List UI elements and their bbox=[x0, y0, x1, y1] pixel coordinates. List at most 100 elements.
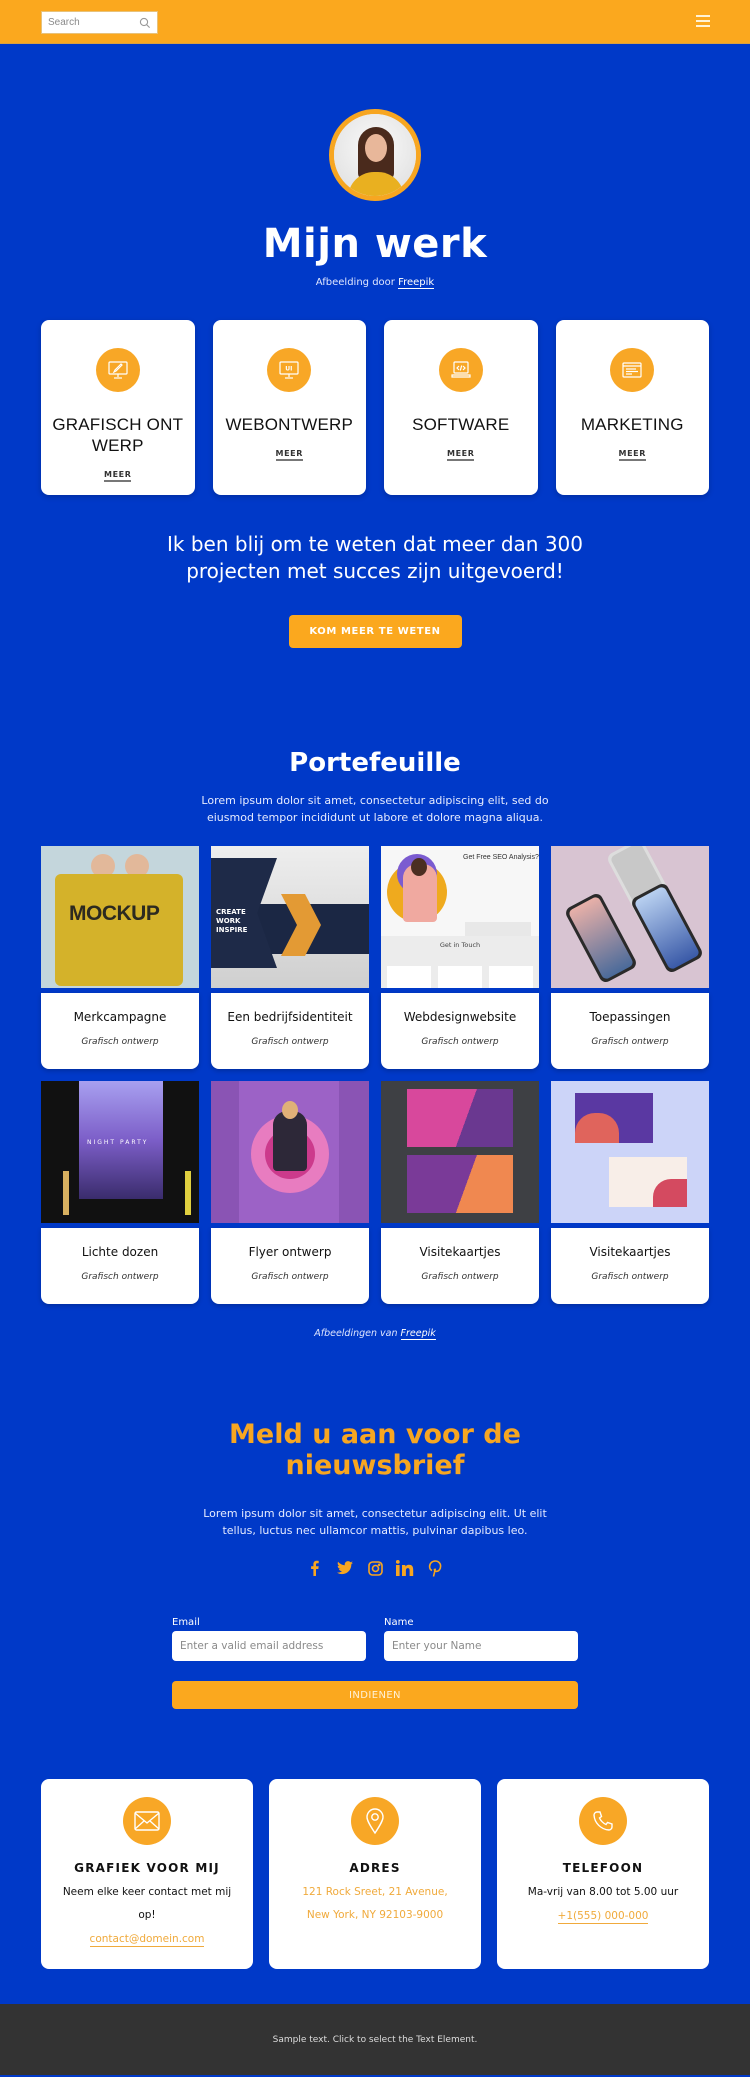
item-title: Visitekaartjes bbox=[589, 1245, 671, 1259]
item-title: Visitekaartjes bbox=[419, 1245, 501, 1259]
service-more-link[interactable]: MEER bbox=[275, 449, 303, 461]
service-card-marketing: MARKETING MEER bbox=[555, 320, 709, 495]
item-category: Grafisch ontwerp bbox=[421, 1037, 499, 1047]
portfolio-item[interactable]: MOCKUP Merkcampagne Grafisch ontwerp bbox=[41, 846, 199, 1069]
service-card-graphic-design: GRAFISCH ONTWERP MEER bbox=[41, 320, 195, 495]
hamburger-icon[interactable] bbox=[696, 15, 710, 27]
portfolio-item[interactable]: Flyer ontwerp Grafisch ontwerp bbox=[211, 1081, 369, 1304]
images-credit: Afbeeldingen van Freepik bbox=[0, 1328, 750, 1340]
portfolio-image-business-cards bbox=[381, 1081, 539, 1223]
svg-text:UI: UI bbox=[286, 366, 293, 373]
freepik-link[interactable]: Freepik bbox=[400, 1328, 436, 1340]
item-title: Webdesignwebsite bbox=[403, 1010, 517, 1024]
portfolio-image-flyer bbox=[211, 1081, 369, 1223]
service-card-software: SOFTWARE MEER bbox=[384, 320, 538, 495]
contact-card-address: ADRES 121 Rock Sreet, 21 Avenue, New York… bbox=[269, 1779, 481, 1969]
portfolio-title: Portefeuille bbox=[289, 748, 461, 778]
hero-section: Mijn werk Afbeelding door Freepik bbox=[0, 44, 750, 289]
search-box[interactable] bbox=[41, 11, 158, 34]
create-text: CREATE WORK INSPIRE bbox=[216, 908, 248, 934]
phone-link[interactable]: +1(555) 000-000 bbox=[557, 1909, 649, 1924]
address-line-2: New York, NY 92103-9000 bbox=[306, 1909, 444, 1921]
email-link[interactable]: contact@domein.com bbox=[89, 1932, 205, 1947]
portfolio-item[interactable]: Get Free SEO Analysis? Get in Touch Webd… bbox=[381, 846, 539, 1069]
portfolio-item[interactable]: NIGHT PARTY Lichte dozen Grafisch ontwerp bbox=[41, 1081, 199, 1304]
name-label: Name bbox=[384, 1617, 414, 1628]
social-links bbox=[0, 1559, 750, 1577]
ui-monitor-icon: UI bbox=[267, 348, 312, 392]
item-category: Grafisch ontwerp bbox=[251, 1037, 329, 1047]
portfolio-image-seo-page: Get Free SEO Analysis? Get in Touch bbox=[381, 846, 539, 988]
portfolio-lead: Lorem ipsum dolor sit amet, consectetur … bbox=[201, 794, 549, 824]
graphic-design-monitor-icon bbox=[95, 348, 140, 392]
instagram-icon[interactable] bbox=[366, 1559, 384, 1577]
learn-more-button[interactable]: KOM MEER TE WETEN bbox=[288, 615, 462, 648]
site-footer: Sample text. Click to select the Text El… bbox=[0, 2004, 750, 2075]
item-category: Grafisch ontwerp bbox=[251, 1272, 329, 1282]
portfolio-item[interactable]: Toepassingen Grafisch ontwerp bbox=[551, 846, 709, 1069]
avatar bbox=[329, 109, 421, 201]
service-card-webdesign: UI WEBONTWERP MEER bbox=[212, 320, 366, 495]
linkedin-icon[interactable] bbox=[396, 1559, 414, 1577]
item-category: Grafisch ontwerp bbox=[81, 1037, 159, 1047]
seo-text: Get Free SEO Analysis? bbox=[463, 854, 539, 861]
item-category: Grafisch ontwerp bbox=[591, 1037, 669, 1047]
email-label: Email bbox=[172, 1617, 200, 1628]
credit-prefix: Afbeeldingen van bbox=[314, 1328, 401, 1339]
services-row: GRAFISCH ONTWERP MEER UI WEBONTWERP MEER… bbox=[0, 320, 750, 495]
service-more-link[interactable]: MEER bbox=[104, 470, 132, 482]
newsletter-lead: Lorem ipsum dolor sit amet, consectetur … bbox=[203, 1507, 547, 1537]
pinterest-icon[interactable] bbox=[426, 1559, 444, 1577]
item-title: Flyer ontwerp bbox=[248, 1245, 332, 1259]
search-icon[interactable] bbox=[139, 17, 151, 29]
item-title: Merkcampagne bbox=[73, 1010, 167, 1024]
contact-card-email: GRAFIEK VOOR MIJ Neem elke keer contact … bbox=[41, 1779, 253, 1969]
portfolio-image-phones bbox=[551, 846, 709, 988]
item-category: Grafisch ontwerp bbox=[81, 1272, 159, 1282]
image-credit: Afbeelding door Freepik bbox=[0, 277, 750, 289]
item-title: Lichte dozen bbox=[81, 1245, 159, 1259]
service-more-link[interactable]: MEER bbox=[618, 449, 646, 461]
service-title: SOFTWARE bbox=[412, 415, 510, 434]
facebook-icon[interactable] bbox=[306, 1559, 324, 1577]
contact-card-phone: TELEFOON Ma-vrij van 8.00 tot 5.00 uur +… bbox=[497, 1779, 709, 1969]
portfolio-item[interactable]: Visitekaartjes Grafisch ontwerp bbox=[551, 1081, 709, 1304]
contact-title: TELEFOON bbox=[562, 1861, 644, 1875]
address-line-1: 121 Rock Sreet, 21 Avenue, bbox=[302, 1886, 448, 1898]
footer-text[interactable]: Sample text. Click to select the Text El… bbox=[273, 2035, 478, 2045]
portfolio-item[interactable]: Visitekaartjes Grafisch ontwerp bbox=[381, 1081, 539, 1304]
item-category: Grafisch ontwerp bbox=[421, 1272, 499, 1282]
service-title: WEBONTWERP bbox=[225, 415, 354, 434]
name-field[interactable] bbox=[384, 1631, 578, 1661]
credit-prefix: Afbeelding door bbox=[315, 277, 399, 288]
page-title: Mijn werk bbox=[262, 221, 488, 267]
newsletter-section: Meld u aan voor de nieuwsbrief Lorem ips… bbox=[0, 1419, 750, 1709]
contact-cards: GRAFIEK VOOR MIJ Neem elke keer contact … bbox=[0, 1779, 750, 1969]
service-title: GRAFISCH ONTWERP bbox=[52, 415, 184, 455]
envelope-icon bbox=[123, 1797, 171, 1845]
search-input[interactable] bbox=[48, 17, 139, 28]
portfolio-image-mockup-bag: MOCKUP bbox=[41, 846, 199, 988]
code-laptop-icon bbox=[438, 348, 483, 392]
contact-text: Ma-vrij van 8.00 tot 5.00 uur bbox=[527, 1886, 679, 1898]
contact-title: ADRES bbox=[349, 1861, 401, 1875]
twitter-icon[interactable] bbox=[336, 1559, 354, 1577]
freepik-link[interactable]: Freepik bbox=[398, 277, 435, 289]
get-in-touch-text: Get in Touch bbox=[439, 941, 481, 949]
email-field[interactable] bbox=[172, 1631, 366, 1661]
item-category: Grafisch ontwerp bbox=[591, 1272, 669, 1282]
map-pin-icon bbox=[351, 1797, 399, 1845]
submit-button[interactable]: INDIENEN bbox=[172, 1681, 578, 1709]
site-header bbox=[0, 0, 750, 44]
newsletter-form: Email Name INDIENEN bbox=[172, 1617, 578, 1709]
portfolio-item[interactable]: CREATE WORK INSPIRE Een bedrijfsidentite… bbox=[211, 846, 369, 1069]
party-text: NIGHT PARTY bbox=[87, 1139, 149, 1146]
item-title: Een bedrijfsidentiteit bbox=[227, 1010, 353, 1024]
phone-icon bbox=[579, 1797, 627, 1845]
portfolio-grid: MOCKUP Merkcampagne Grafisch ontwerp CREA… bbox=[0, 846, 750, 1304]
tagline: Ik ben blij om te weten dat meer dan 300… bbox=[167, 532, 583, 583]
browser-window-icon bbox=[610, 348, 655, 392]
service-more-link[interactable]: MEER bbox=[447, 449, 475, 461]
portfolio-section: Portefeuille Lorem ipsum dolor sit amet,… bbox=[0, 748, 750, 1340]
portfolio-image-pastel-cards bbox=[551, 1081, 709, 1223]
